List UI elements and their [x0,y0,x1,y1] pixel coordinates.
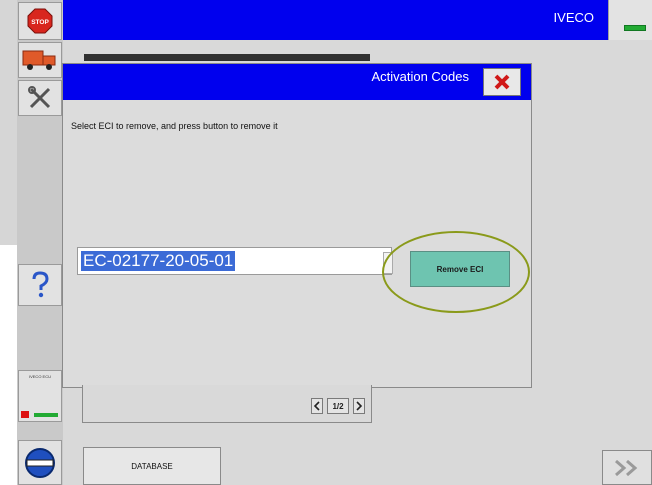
database-button[interactable]: DATABASE [83,447,221,485]
ecu-status-button[interactable]: IVECO ECU [18,370,62,422]
dialog-title: Activation Codes [371,69,469,84]
forward-button[interactable] [602,450,652,485]
activation-codes-dialog: Activation Codes Select ECI to remove, a… [62,63,532,388]
tools-button[interactable] [18,80,62,116]
double-chevron-right-icon [615,459,638,476]
stop-icon: STOP [27,8,53,34]
help-button[interactable] [18,264,62,306]
disk-icon [25,447,55,478]
dialog-instruction: Select ECI to remove, and press button t… [71,121,278,131]
page-indicator: 1/2 [327,398,349,414]
eci-value: EC-02177-20-05-01 [81,251,236,271]
truck-button[interactable] [18,42,62,78]
sidebar: STOP IVECO ECU [17,0,63,485]
connection-status [608,0,652,40]
close-button[interactable] [483,68,521,96]
next-page-button[interactable] [353,398,365,414]
tools-icon [28,86,51,109]
progress-bar [84,54,370,61]
chevron-right-icon [356,401,363,411]
top-bar: IVECO [63,0,608,40]
truck-icon [22,50,56,70]
disk-button[interactable] [18,440,62,485]
eci-select[interactable]: EC-02177-20-05-01 [77,247,392,275]
close-icon [494,74,510,90]
brand-label: IVECO [553,10,594,25]
stop-label: STOP [31,19,49,26]
dialog-title-bar: Activation Codes [63,64,531,100]
ecu-label: IVECO ECU [28,374,51,379]
prev-page-button[interactable] [311,398,323,414]
remove-eci-button[interactable]: Remove ECI [410,251,510,287]
stop-button[interactable]: STOP [18,2,62,40]
status-led-icon [624,25,646,31]
ecu-status-icon [21,411,58,418]
help-icon [32,271,49,298]
chevron-left-icon [313,401,320,411]
